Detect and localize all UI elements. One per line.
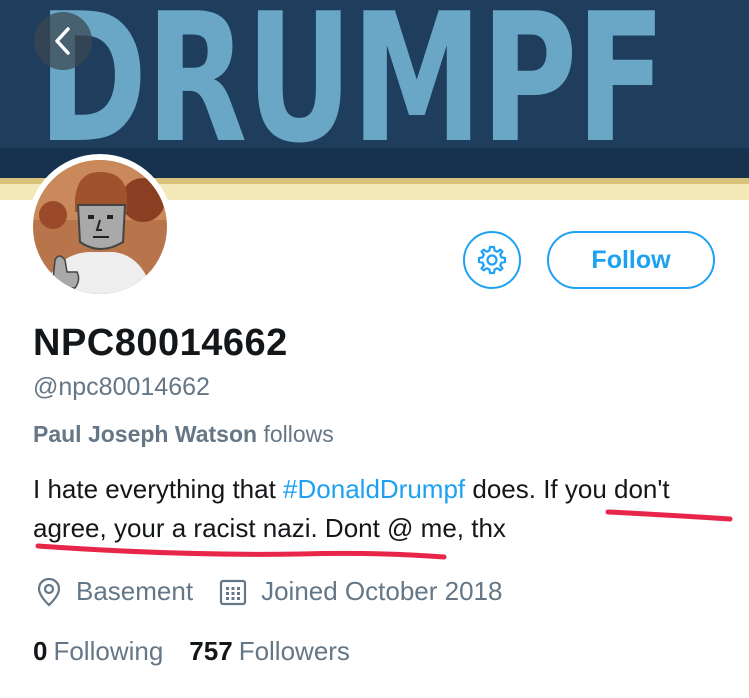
- following-stat[interactable]: 0 Following: [33, 636, 163, 667]
- joined-text: Joined October 2018: [261, 576, 503, 606]
- gear-icon: [477, 245, 507, 275]
- location-icon: [37, 577, 61, 606]
- profile-meta: Basement Joined October 2018: [36, 576, 528, 607]
- followed-by-suffix: follows: [263, 421, 334, 447]
- follow-stats: 0 Following 757 Followers: [33, 636, 376, 667]
- followers-label: Followers: [238, 636, 350, 666]
- bio-hashtag-link[interactable]: #DonaldDrumpf: [283, 474, 465, 504]
- followed-by-name[interactable]: Paul Joseph Watson: [33, 421, 257, 447]
- following-label: Following: [53, 636, 164, 666]
- followed-by: Paul Joseph Watson follows: [33, 421, 334, 448]
- location-text: Basement: [76, 576, 194, 606]
- follow-button[interactable]: Follow: [547, 231, 715, 289]
- following-count: 0: [33, 636, 48, 666]
- calendar-icon: [219, 579, 247, 605]
- joined-date: Joined October 2018: [219, 576, 502, 607]
- banner-text: DRUMPF: [38, 0, 666, 182]
- user-handle: @npc80014662: [33, 373, 210, 401]
- avatar-image: [33, 160, 167, 294]
- bio: I hate everything that #DonaldDrumpf doe…: [33, 470, 733, 548]
- back-button[interactable]: [34, 12, 92, 70]
- followers-stat[interactable]: 757 Followers: [189, 636, 350, 667]
- back-icon: [55, 27, 70, 55]
- location: Basement: [36, 576, 193, 607]
- settings-button[interactable]: [463, 231, 521, 289]
- avatar[interactable]: [27, 154, 173, 300]
- bio-text-before: I hate everything that: [33, 474, 284, 504]
- followers-count: 757: [189, 636, 233, 666]
- display-name: NPC80014662: [33, 322, 288, 364]
